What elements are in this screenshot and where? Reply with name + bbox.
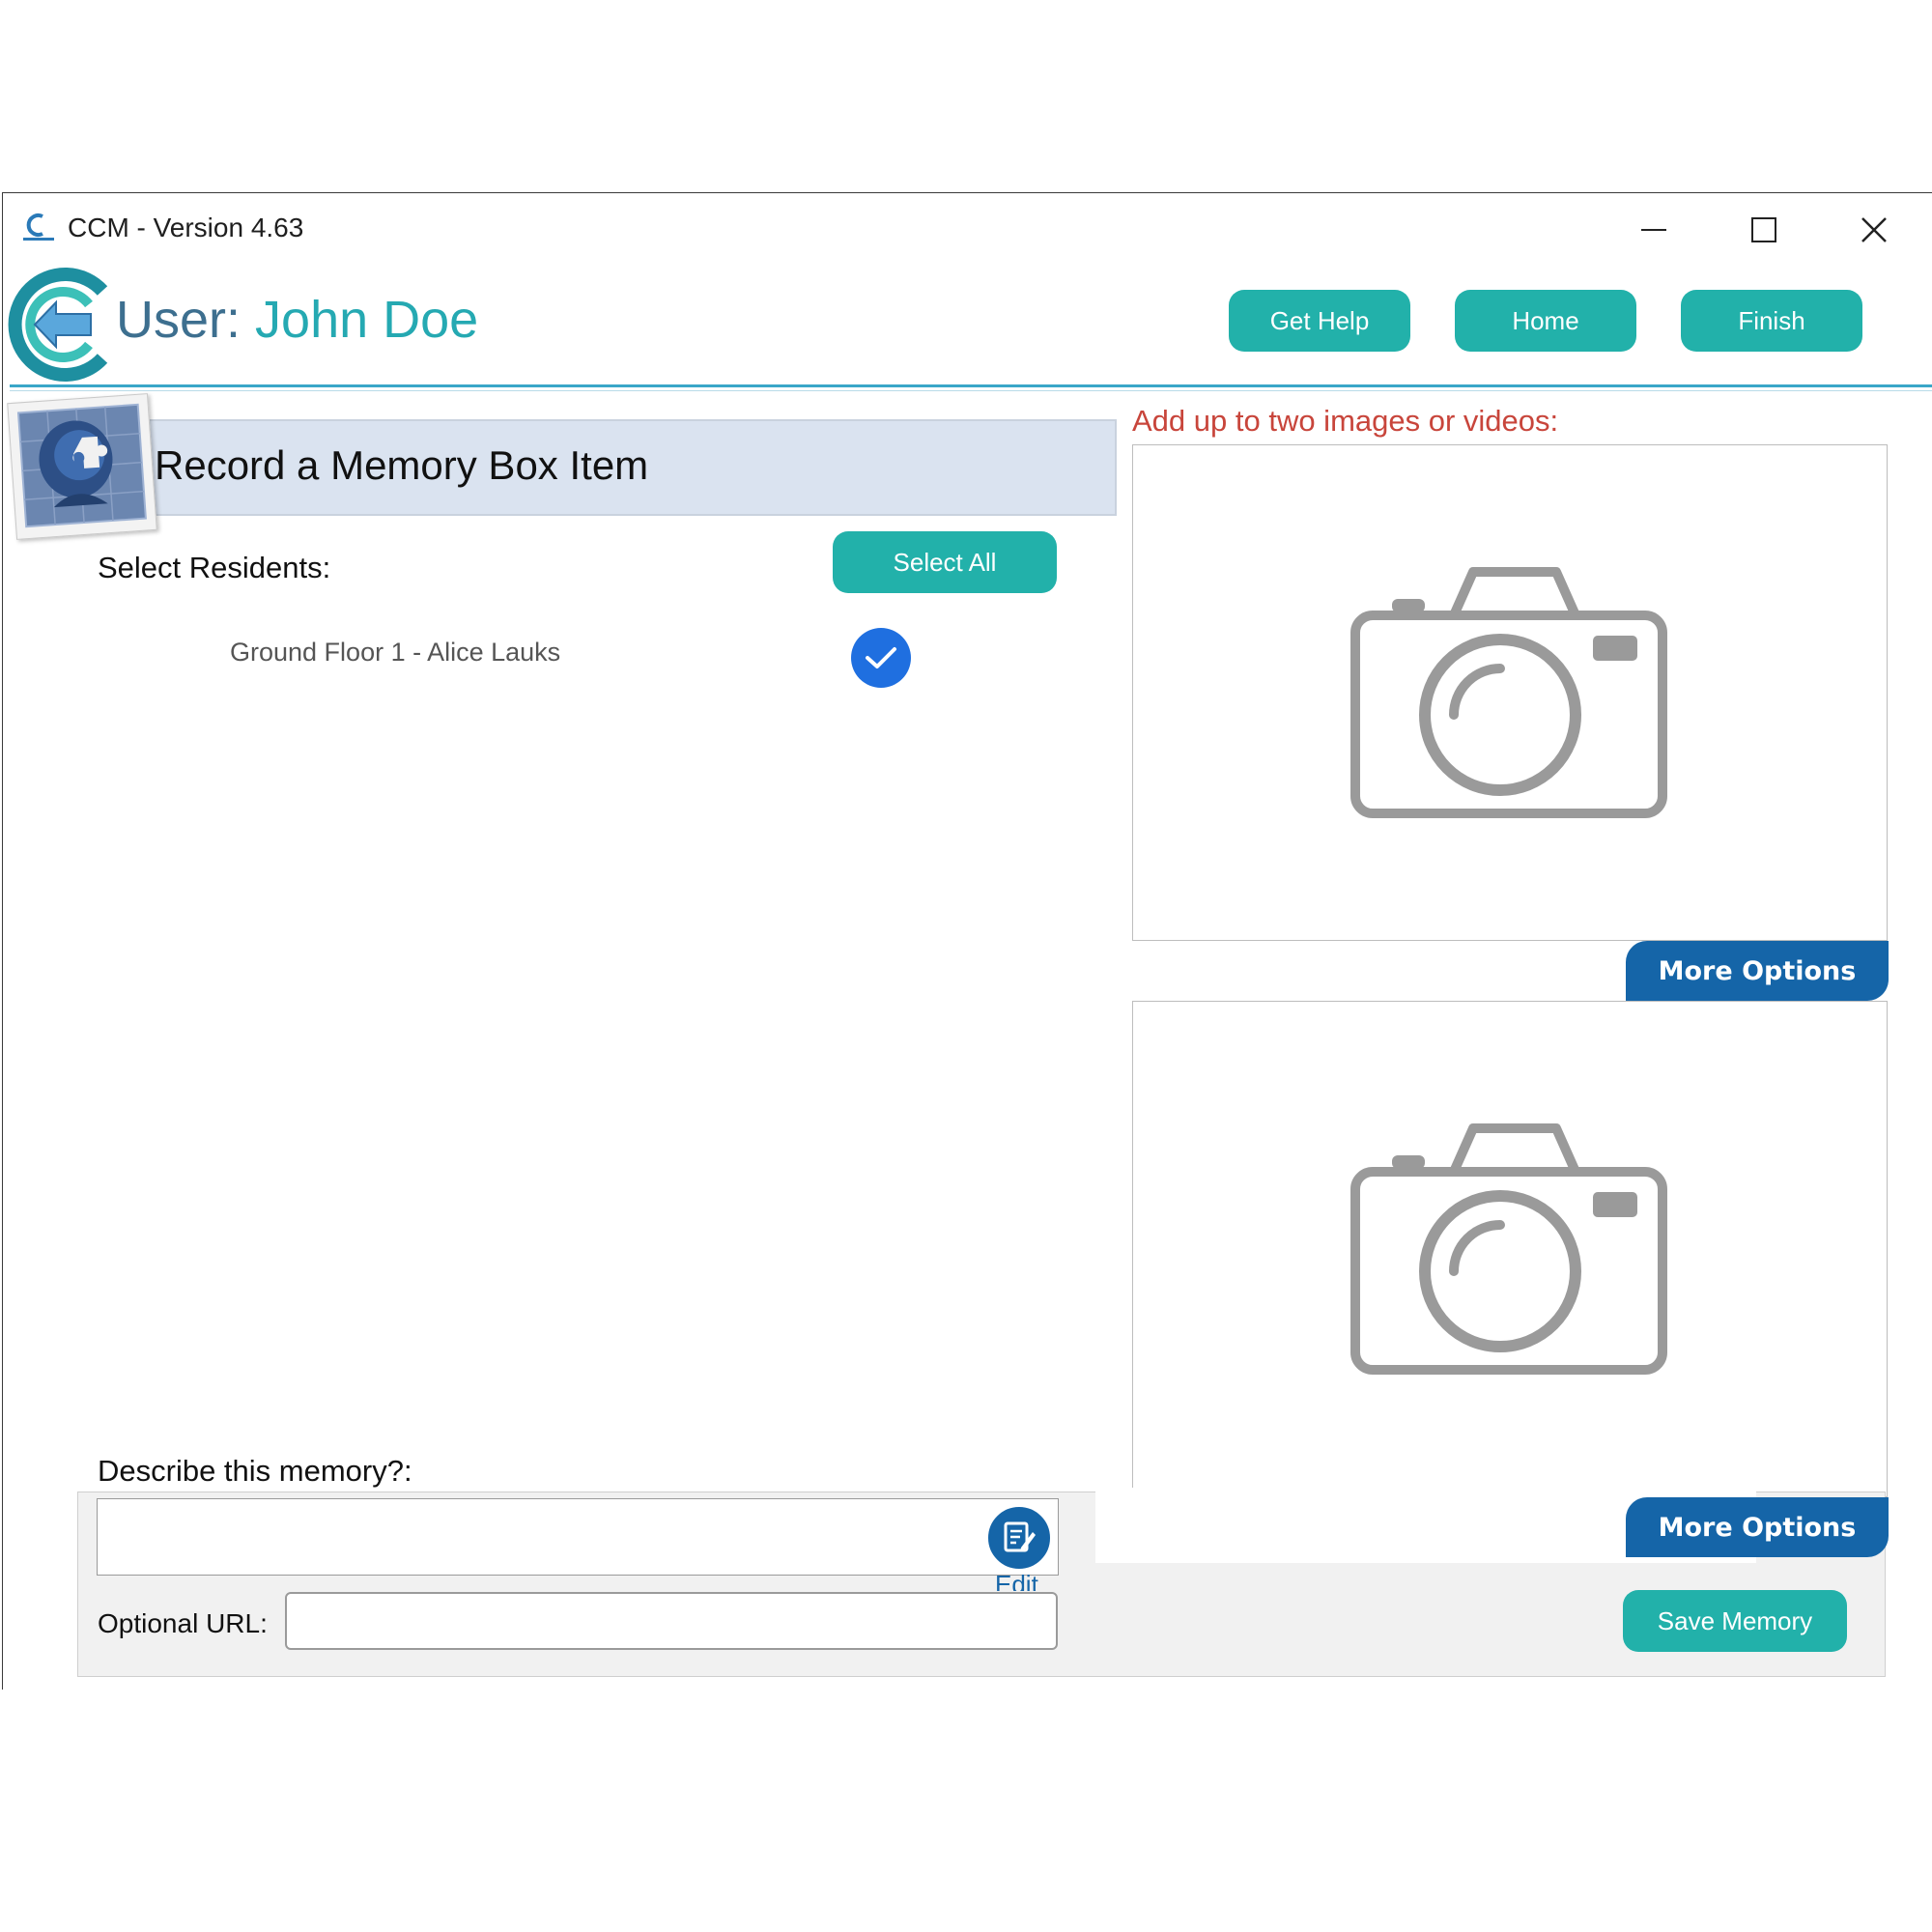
home-button[interactable]: Home bbox=[1455, 290, 1636, 352]
section-title: Record a Memory Box Item bbox=[155, 442, 649, 488]
resident-name: Ground Floor 1 - Alice Lauks bbox=[230, 638, 561, 667]
resident-checkbox[interactable] bbox=[851, 628, 911, 688]
checkmark-icon bbox=[866, 647, 896, 668]
header-divider bbox=[10, 384, 1932, 387]
describe-label: Describe this memory?: bbox=[98, 1454, 412, 1488]
user-label: User: John Doe bbox=[116, 290, 478, 350]
back-logo-button[interactable] bbox=[6, 266, 108, 384]
finish-button[interactable]: Finish bbox=[1681, 290, 1862, 352]
window-title: CCM - Version 4.63 bbox=[68, 213, 304, 242]
app-icon bbox=[21, 211, 56, 245]
edit-icon[interactable] bbox=[985, 1504, 1053, 1572]
memory-box-image bbox=[7, 393, 157, 540]
image-slot-1[interactable] bbox=[1132, 444, 1888, 941]
select-residents-label: Select Residents: bbox=[98, 551, 331, 584]
more-options-button-2[interactable]: More Options bbox=[1626, 1497, 1889, 1557]
more-options-button-1[interactable]: More Options bbox=[1626, 941, 1889, 1001]
close-icon bbox=[1861, 216, 1887, 242]
edit-label[interactable]: Edit bbox=[995, 1570, 1038, 1591]
select-all-button[interactable]: Select All bbox=[833, 531, 1057, 593]
optional-url-label: Optional URL: bbox=[98, 1608, 268, 1638]
media-label: Add up to two images or videos: bbox=[1132, 404, 1559, 438]
maximize-icon bbox=[1751, 216, 1776, 242]
close-button[interactable] bbox=[1835, 203, 1913, 256]
camera-icon bbox=[1350, 567, 1667, 818]
minimize-icon bbox=[1641, 228, 1666, 231]
minimize-button[interactable] bbox=[1615, 203, 1692, 256]
user-name: John Doe bbox=[255, 291, 479, 349]
describe-memory-input[interactable] bbox=[97, 1498, 1059, 1576]
user-prefix: User: bbox=[116, 291, 242, 349]
save-memory-button[interactable]: Save Memory bbox=[1623, 1590, 1847, 1652]
get-help-button[interactable]: Get Help bbox=[1229, 290, 1410, 352]
camera-icon bbox=[1350, 1123, 1667, 1375]
optional-url-input[interactable] bbox=[285, 1592, 1058, 1650]
image-slot-2[interactable] bbox=[1132, 1001, 1888, 1497]
maximize-button[interactable] bbox=[1725, 203, 1803, 256]
header-divider-light bbox=[10, 390, 1932, 391]
